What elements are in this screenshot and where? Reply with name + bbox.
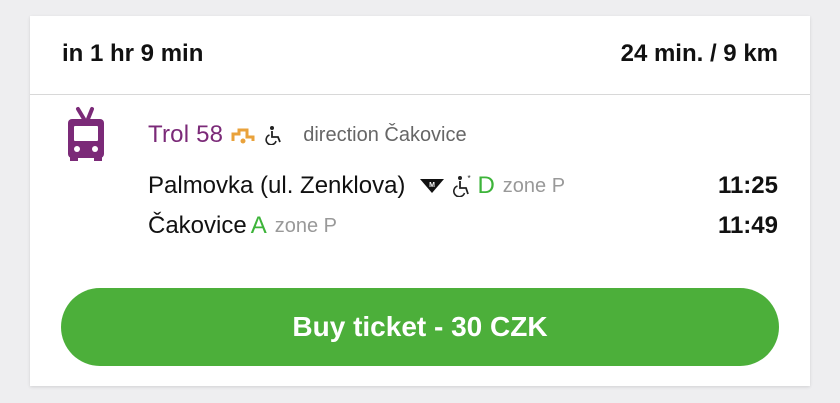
svg-text:M: M [430, 182, 436, 189]
direction-label: direction Čakovice [303, 123, 467, 146]
platform-label: A [250, 212, 267, 239]
wheelchair-icon [265, 126, 282, 145]
line-name-label: Trol 58 [148, 121, 224, 148]
duration-distance: 24 min. / 9 km [620, 40, 778, 67]
zone-label: zone P [502, 174, 566, 197]
stop-name: Čakovice [148, 212, 247, 239]
arrival-time-value: 11:49 [717, 212, 778, 239]
buy-ticket-button[interactable]: Buy ticket - 30 CZK [61, 288, 779, 366]
metro-icon: M [420, 179, 445, 193]
wheelchair-icon: * [453, 175, 471, 197]
connection-card: in 1 hr 9 min 24 min. / 9 km Trol 58 dir… [30, 16, 810, 386]
svg-text:*: * [468, 175, 471, 183]
departure-time-value: 11:25 [717, 172, 778, 199]
zone-label: zone P [274, 214, 337, 237]
line-name[interactable]: Trol 58 [148, 121, 223, 149]
platform-label: D [477, 172, 495, 199]
stop-row-arrival[interactable]: Čakovice A zone P 11:49 [148, 210, 778, 242]
trolleybus-icon [68, 107, 104, 161]
stop-name: Palmovka (ul. Zenklova) [148, 172, 406, 199]
departure-time: in 1 hr 9 min [62, 40, 204, 67]
trolleybus-line-icon [231, 128, 255, 144]
card-header: in 1 hr 9 min 24 min. / 9 km [30, 16, 810, 95]
line-info: Trol 58 direction Čakovice [148, 120, 467, 150]
stop-row-departure[interactable]: Palmovka (ul. Zenklova) M * D zone P 11:… [148, 170, 778, 202]
